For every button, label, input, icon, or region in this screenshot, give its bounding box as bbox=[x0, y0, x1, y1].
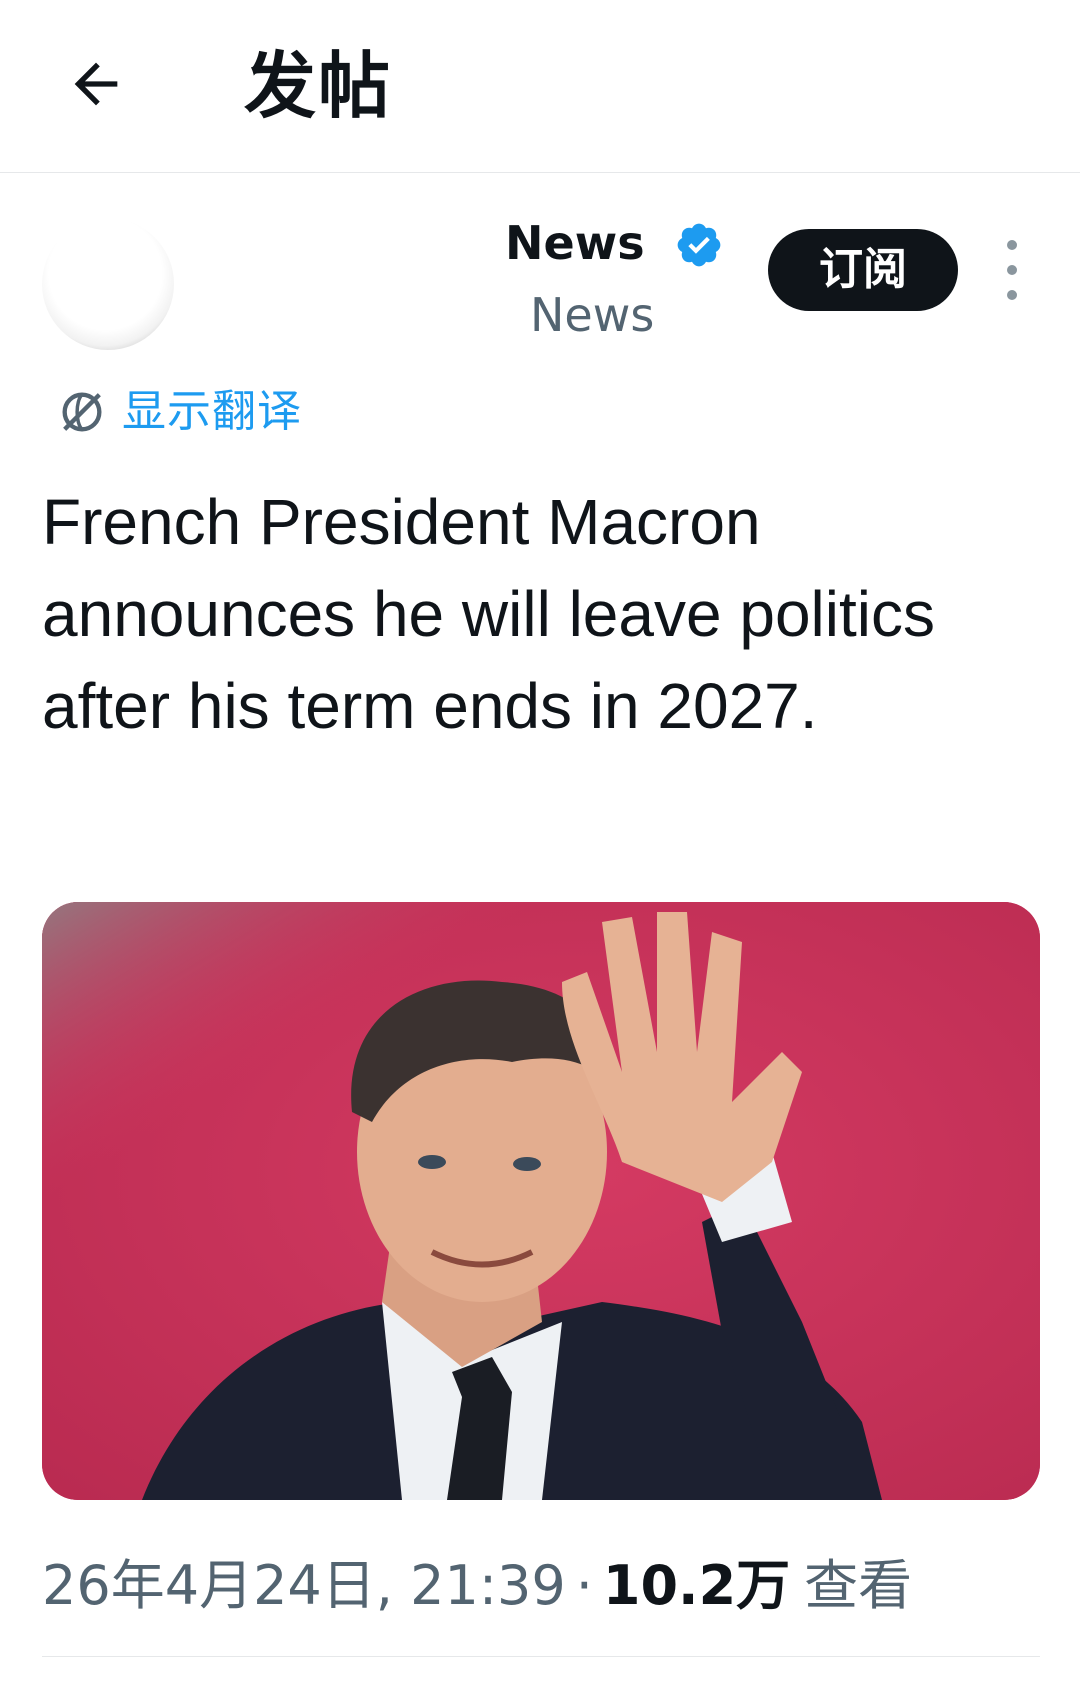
author-handle[interactable]: News bbox=[530, 284, 654, 346]
arrow-left-icon bbox=[74, 62, 118, 106]
show-translation-button[interactable]: 显示翻译 bbox=[56, 380, 302, 444]
views-count: 10.2万 bbox=[602, 1554, 791, 1617]
translate-globe-icon bbox=[62, 392, 102, 432]
meta-separator: · bbox=[575, 1554, 593, 1617]
verified-badge-icon bbox=[677, 223, 721, 267]
subscribe-button[interactable]: 订阅 bbox=[768, 229, 958, 311]
photo-illustration bbox=[42, 902, 1040, 1500]
back-button[interactable] bbox=[56, 44, 136, 124]
page-title: 发帖 bbox=[244, 44, 393, 128]
post-meta: 26年4月24日, 21:39 · 10.2万 查看 bbox=[42, 1546, 912, 1626]
post-text: French President Macron announces he wil… bbox=[42, 486, 935, 742]
author-display-name[interactable]: News bbox=[505, 212, 645, 274]
show-translation-label: 显示翻译 bbox=[122, 386, 302, 437]
more-vertical-icon bbox=[1007, 265, 1017, 275]
post-timestamp[interactable]: 26年4月24日, 21:39 bbox=[42, 1554, 566, 1617]
divider bbox=[42, 1656, 1040, 1657]
post-image[interactable] bbox=[42, 902, 1040, 1500]
top-bar: 发帖 bbox=[0, 0, 1080, 173]
more-options-button[interactable] bbox=[996, 240, 1028, 300]
more-vertical-icon bbox=[1007, 240, 1017, 250]
redacted-area bbox=[190, 212, 520, 342]
avatar[interactable] bbox=[42, 218, 174, 350]
more-vertical-icon bbox=[1007, 290, 1017, 300]
views-label: 查看 bbox=[804, 1554, 913, 1617]
